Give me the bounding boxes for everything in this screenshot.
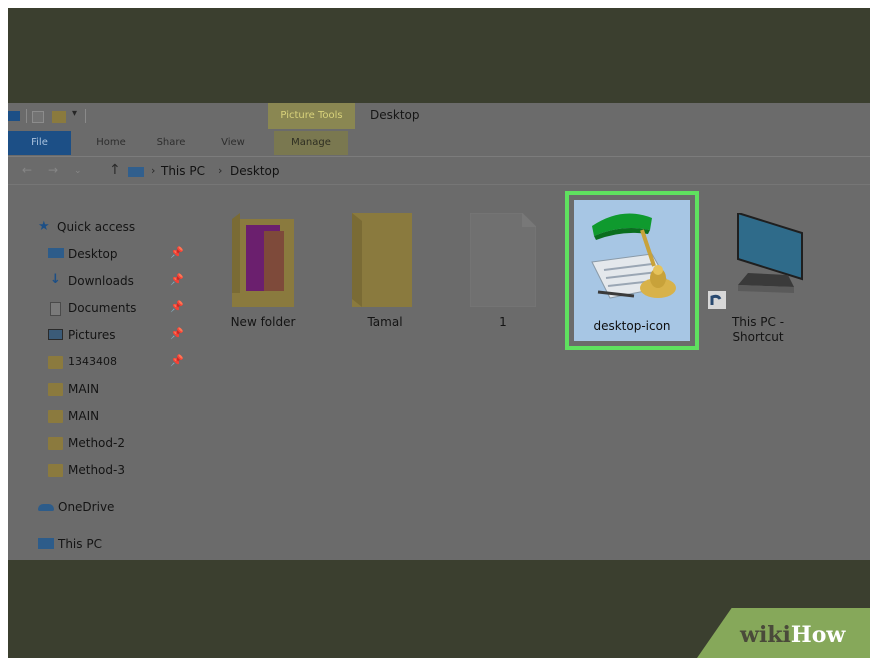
- tab-view[interactable]: View: [210, 131, 256, 155]
- new-folder-icon[interactable]: [52, 111, 66, 123]
- pin-icon[interactable]: 📌: [170, 354, 184, 367]
- chevron-right-icon[interactable]: ›: [151, 164, 155, 177]
- list-item-1[interactable]: 1: [458, 213, 548, 343]
- file-label: This PC - Shortcut: [708, 315, 808, 345]
- breadcrumb-desktop[interactable]: Desktop: [230, 164, 280, 178]
- breadcrumb-this-pc[interactable]: This PC: [161, 164, 205, 178]
- tab-file[interactable]: File: [8, 131, 71, 155]
- pin-icon[interactable]: 📌: [170, 327, 184, 340]
- ribbon-divider: [8, 156, 870, 157]
- sidebar-item-label: Method-3: [68, 463, 125, 477]
- pin-icon[interactable]: 📌: [170, 300, 184, 313]
- address-bar: ← → ⌄ ↑ › This PC › Desktop: [8, 161, 870, 183]
- wikihow-how: How: [790, 622, 846, 648]
- sidebar-item-label: MAIN: [68, 409, 100, 423]
- quick-access-toolbar: ▾ Picture Tools Desktop: [8, 103, 870, 131]
- file-label: Tamal: [367, 315, 403, 329]
- sidebar-item-label: 1343408: [68, 355, 117, 368]
- folder-with-preview-icon: [232, 213, 294, 307]
- tab-home[interactable]: Home: [86, 131, 136, 155]
- folder-icon: [48, 383, 63, 396]
- window-title: Desktop: [370, 108, 420, 122]
- tab-manage[interactable]: Manage: [274, 131, 348, 155]
- folder-icon: [48, 410, 63, 423]
- list-item-this-pc-shortcut[interactable]: This PC - Shortcut: [708, 213, 808, 345]
- documents-icon: [50, 302, 61, 316]
- file-label-line: This PC -: [731, 315, 785, 329]
- window-icon: [8, 111, 20, 121]
- folder-icon: [48, 437, 63, 450]
- banker-lamp-icon: [591, 213, 676, 299]
- sidebar-item-label: MAIN: [68, 382, 100, 396]
- customize-toolbar-icon[interactable]: ▾: [72, 108, 77, 119]
- pictures-icon: [48, 329, 63, 340]
- properties-icon[interactable]: [32, 111, 44, 123]
- back-arrow-icon[interactable]: ←: [22, 163, 32, 177]
- this-pc-icon: [128, 167, 144, 177]
- wikihow-logo: wikiHow: [740, 622, 845, 648]
- wikihow-wiki: wiki: [740, 622, 791, 648]
- picture-tools-group: Picture Tools: [268, 103, 355, 129]
- file-label: New folder: [230, 315, 296, 329]
- chevron-right-icon[interactable]: ›: [218, 164, 222, 177]
- desktop-icon: [48, 248, 64, 258]
- pin-icon[interactable]: 📌: [170, 246, 184, 259]
- sidebar-item-label: This PC: [58, 537, 102, 551]
- file-label: 1: [499, 315, 507, 329]
- folder-icon: [352, 213, 412, 307]
- file-label-line: Shortcut: [732, 330, 784, 344]
- list-item-new-folder[interactable]: New folder: [218, 213, 308, 343]
- list-item-tamal[interactable]: Tamal: [340, 213, 430, 343]
- sidebar-item-label: Desktop: [68, 247, 118, 261]
- up-arrow-icon[interactable]: ↑: [109, 162, 121, 178]
- download-arrow-icon: ↓: [50, 272, 61, 287]
- file-label: desktop-icon: [593, 319, 671, 333]
- toolbar-separator: [26, 109, 27, 123]
- toolbar-separator: [85, 109, 86, 123]
- address-divider: [8, 184, 870, 185]
- sidebar-item-label: Downloads: [68, 274, 134, 288]
- pin-icon[interactable]: 📌: [170, 273, 184, 286]
- tab-share[interactable]: Share: [146, 131, 196, 155]
- sidebar-item-label: OneDrive: [58, 500, 115, 514]
- forward-arrow-icon[interactable]: →: [48, 163, 58, 177]
- cloud-icon: [38, 504, 54, 511]
- star-icon: ★: [38, 219, 50, 234]
- list-item-desktop-icon[interactable]: desktop-icon: [574, 200, 690, 341]
- recent-locations-icon[interactable]: ⌄: [74, 166, 82, 176]
- folder-icon: [48, 356, 63, 369]
- blank-document-icon: [470, 213, 536, 307]
- ribbon-tabs: File Home Share View Manage: [8, 131, 870, 156]
- sidebar-item-label: Pictures: [68, 328, 116, 342]
- sidebar-item-label: Quick access: [57, 220, 136, 234]
- sidebar-item-label: Method-2: [68, 436, 125, 450]
- file-explorer-window: ▾ Picture Tools Desktop File Home Share …: [8, 103, 870, 560]
- computer-icon: [38, 538, 54, 549]
- folder-icon: [48, 464, 63, 477]
- monitor-shortcut-icon: [708, 213, 803, 309]
- sidebar-item-label: Documents: [68, 301, 137, 315]
